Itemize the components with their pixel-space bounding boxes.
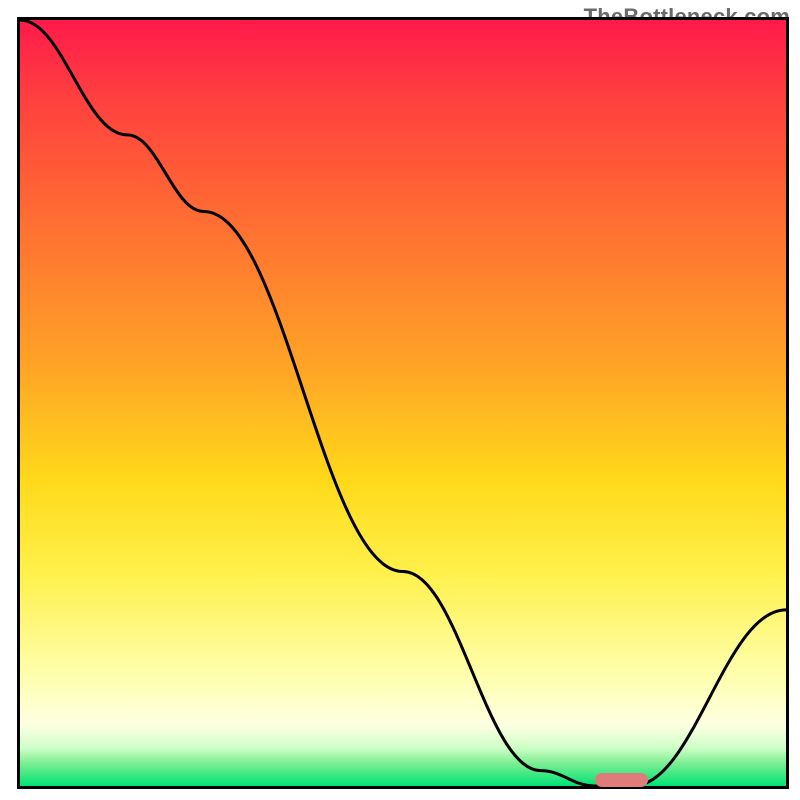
curve-path [20,20,786,786]
optimal-range-marker [595,773,649,787]
chart-canvas: TheBottleneck.com [0,0,800,800]
bottleneck-curve [20,20,786,786]
plot-area [17,17,789,789]
